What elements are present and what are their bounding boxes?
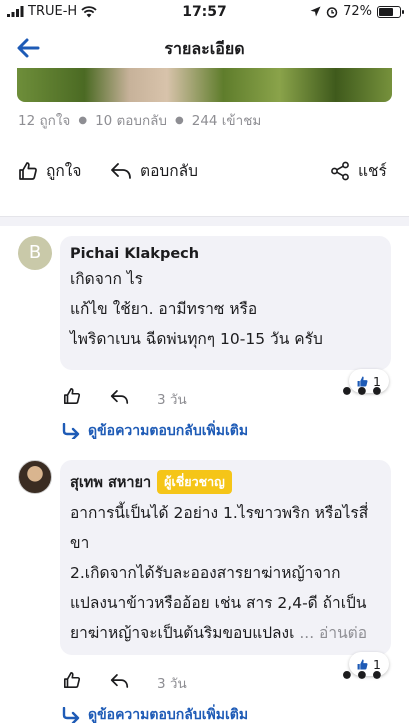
post-stats: 12 ถูกใจ ● 10 ตอบกลับ ● 244 เข้าชม [18, 109, 261, 131]
comment-bubble: Pichai Klakpech เกิดจาก ไร แก้ไข ใช้ยา. … [60, 236, 391, 370]
post-image[interactable] [17, 68, 392, 102]
view-more-replies[interactable]: ดูข้อความตอบกลับเพิ่มเติม [62, 420, 248, 442]
reply-icon[interactable] [110, 673, 129, 689]
like-button[interactable]: ถูกใจ [18, 158, 81, 183]
comment-actions: 3 วัน ••• [60, 380, 391, 412]
comment-text: อาการนี้เป็นได้ 2อย่าง 1.ไรขาวพริก หรือไ… [70, 504, 369, 642]
location-icon [310, 6, 321, 17]
reply-button[interactable]: ตอบกลับ [110, 158, 198, 183]
battery-fill [379, 7, 393, 16]
reply-arrow-icon [62, 707, 80, 723]
view-more-label: ดูข้อความตอบกลับเพิ่มเติม [88, 707, 249, 723]
comment-bubble: สุเทพ สหายา ผู้เชี่ยวชาญ อาการนี้เป็นได้ … [60, 460, 391, 655]
reply-label: ตอบกลับ [140, 162, 198, 180]
comment-author[interactable]: สุเทพ สหายา [70, 475, 151, 491]
comment-author[interactable]: Pichai Klakpech [70, 246, 381, 262]
thumbs-up-icon[interactable] [63, 671, 81, 689]
separator-dot: ● [175, 114, 184, 126]
reply-arrow-icon [62, 423, 80, 439]
navigation-bar: รายละเอียด [0, 26, 409, 70]
battery-icon [377, 5, 404, 18]
replies-count[interactable]: 10 ตอบกลับ [95, 109, 167, 131]
likes-count[interactable]: 12 ถูกใจ [18, 109, 70, 131]
status-icons: 72% [310, 4, 404, 19]
comment-time: 3 วัน [157, 676, 187, 692]
comment-actions: 3 วัน ••• [60, 664, 391, 696]
reply-icon [111, 162, 131, 179]
post-actions: ถูกใจ ตอบกลับ แชร์ [0, 152, 409, 192]
avatar[interactable] [18, 460, 52, 494]
view-more-replies[interactable]: ดูข้อความตอบกลับเพิ่มเติม [62, 704, 248, 726]
separator-dot: ● [78, 114, 88, 126]
section-divider [0, 216, 409, 226]
comment-header: สุเทพ สหายา ผู้เชี่ยวชาญ [70, 470, 381, 494]
comment-text: เกิดจาก ไร แก้ไข ใช้ยา. อามีทราซ หรือ ไพ… [70, 270, 323, 348]
page-title: รายละเอียด [164, 39, 245, 58]
alarm-icon [326, 6, 338, 18]
like-label: ถูกใจ [46, 162, 82, 180]
avatar[interactable]: B [18, 236, 52, 270]
status-bar: TRUE-H 17:57 72% [0, 0, 409, 26]
expert-badge: ผู้เชี่ยวชาญ [157, 470, 232, 494]
views-count: 244 เข้าชม [191, 113, 262, 129]
share-button[interactable]: แชร์ [330, 158, 387, 183]
share-label: แชร์ [358, 162, 387, 180]
more-options-icon[interactable]: ••• [340, 380, 385, 405]
read-more-link[interactable]: ... อ่านต่อ [299, 624, 367, 642]
view-more-label: ดูข้อความตอบกลับเพิ่มเติม [88, 423, 249, 439]
thumbs-up-icon[interactable] [63, 387, 81, 405]
battery-percent: 72% [343, 4, 372, 19]
comment-time: 3 วัน [157, 392, 187, 408]
more-options-icon[interactable]: ••• [340, 664, 385, 689]
thumbs-up-icon [19, 161, 37, 180]
reply-icon[interactable] [110, 389, 129, 405]
share-icon [331, 161, 349, 180]
